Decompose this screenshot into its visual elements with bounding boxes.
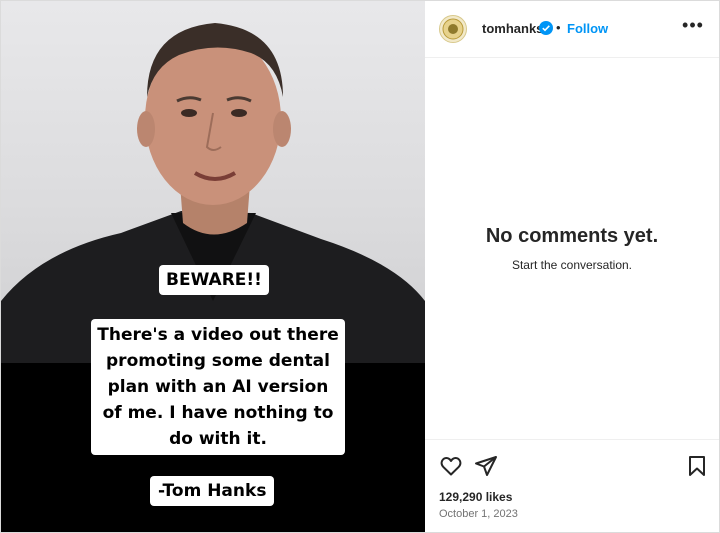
more-options-icon[interactable]: ••• (681, 15, 705, 39)
post-photo (1, 1, 425, 363)
username-link[interactable]: tomhanks (482, 21, 543, 36)
post-media[interactable]: BEWARE!! There's a video out there promo… (1, 1, 425, 532)
post-date[interactable]: October 1, 2023 (439, 508, 518, 520)
post-actions: 129,290 likes October 1, 2023 (425, 439, 719, 533)
bookmark-icon[interactable] (685, 454, 709, 478)
verified-badge-icon (539, 21, 553, 35)
post-header: tomhanks • Follow ••• (425, 1, 719, 58)
caption-warning: BEWARE!! (159, 265, 269, 295)
caption-body: There's a video out there promoting some… (91, 319, 345, 455)
comments-panel: tomhanks • Follow ••• No comments yet. S… (425, 1, 719, 532)
separator-dot: • (556, 20, 561, 35)
follow-button[interactable]: Follow (567, 21, 608, 36)
paper-plane-icon[interactable] (474, 454, 498, 478)
empty-comments-title: No comments yet. (485, 225, 659, 247)
empty-comments-subtitle: Start the conversation. (511, 258, 633, 272)
likes-count[interactable]: 129,290 likes (439, 490, 512, 504)
heart-icon[interactable] (439, 454, 463, 478)
caption-signature: -Tom Hanks (150, 476, 275, 506)
avatar[interactable] (439, 15, 467, 43)
post-dialog: BEWARE!! There's a video out there promo… (0, 0, 720, 533)
